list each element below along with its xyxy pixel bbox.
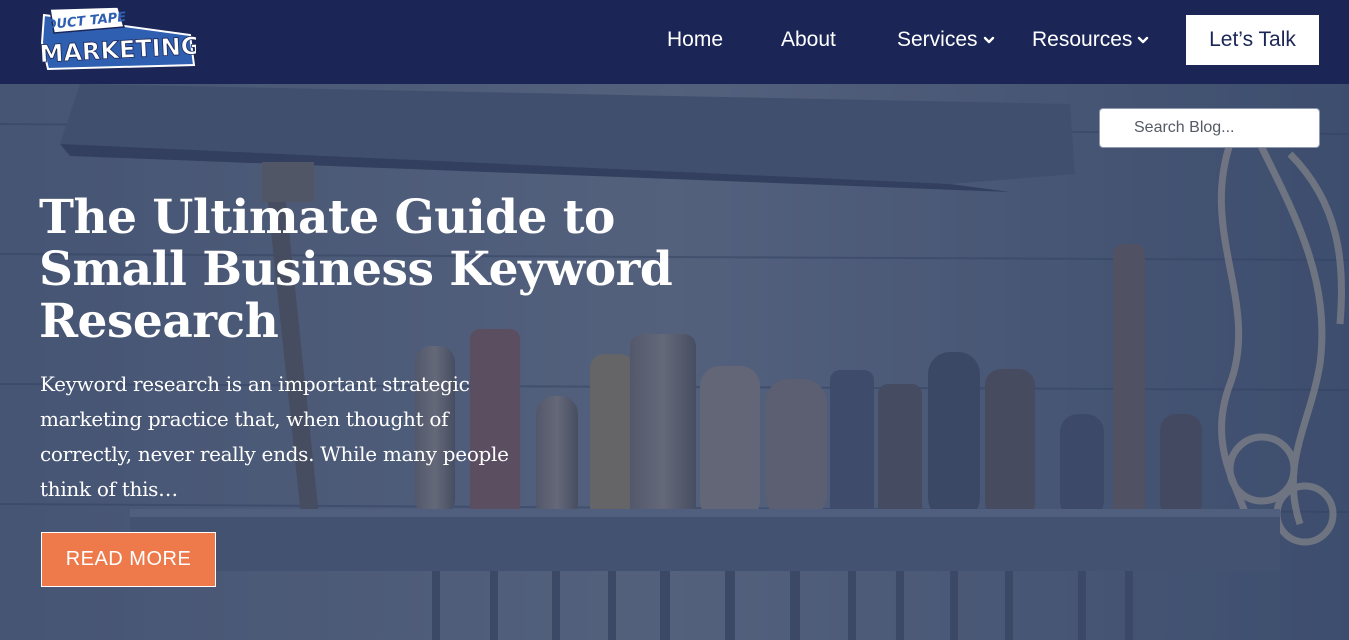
hero-title[interactable]: The Ultimate Guide to Small Business Key…	[39, 192, 719, 348]
read-more-button[interactable]: READ MORE	[41, 532, 216, 587]
nav-home[interactable]: Home	[667, 26, 723, 54]
nav-about[interactable]: About	[781, 26, 836, 54]
chevron-down-icon	[1138, 37, 1149, 44]
lets-talk-button[interactable]: Let’s Talk	[1186, 15, 1319, 65]
duct-tape-marketing-logo[interactable]: DUCT TAPE MARKETING	[38, 5, 202, 71]
nav-home-label: Home	[667, 28, 724, 51]
nav-services[interactable]: Services	[897, 26, 996, 54]
search-blog-input[interactable]	[1100, 109, 1319, 147]
hero-excerpt: Keyword research is an important strateg…	[40, 372, 509, 501]
search-blog-box[interactable]	[1099, 108, 1320, 148]
nav-about-label: About	[781, 28, 836, 51]
hero-section: The Ultimate Guide to Small Business Key…	[0, 84, 1349, 640]
site-header: DUCT TAPE MARKETING Home About Services …	[0, 0, 1349, 84]
nav-services-label: Services	[897, 28, 978, 51]
chevron-down-icon	[983, 37, 994, 44]
nav-resources[interactable]: Resources	[1032, 26, 1150, 54]
nav-resources-label: Resources	[1032, 28, 1133, 51]
